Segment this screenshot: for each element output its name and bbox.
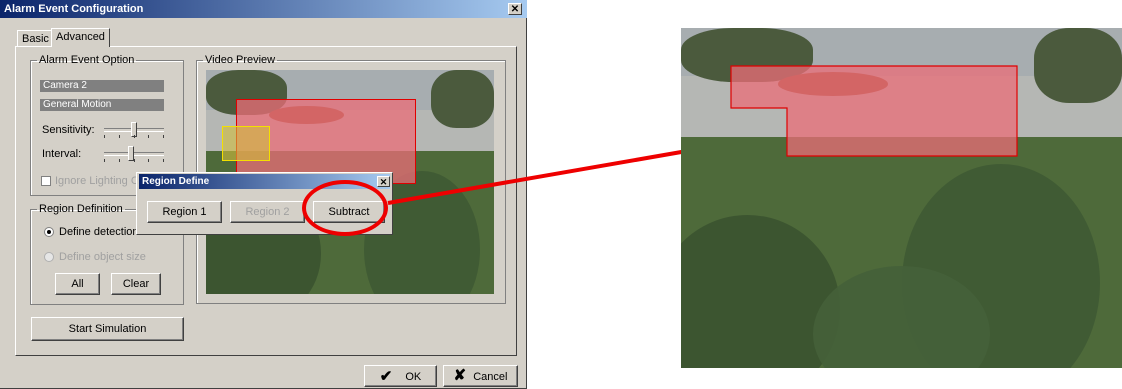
zoomed-video-preview: [681, 28, 1122, 368]
tab-advanced-label: Advanced: [56, 31, 105, 43]
tab-advanced[interactable]: Advanced: [51, 28, 110, 47]
red-arrow-shaft: [387, 145, 711, 205]
zoom-region-overlay: [730, 65, 1018, 157]
zoom-detection-region: [730, 65, 1018, 157]
